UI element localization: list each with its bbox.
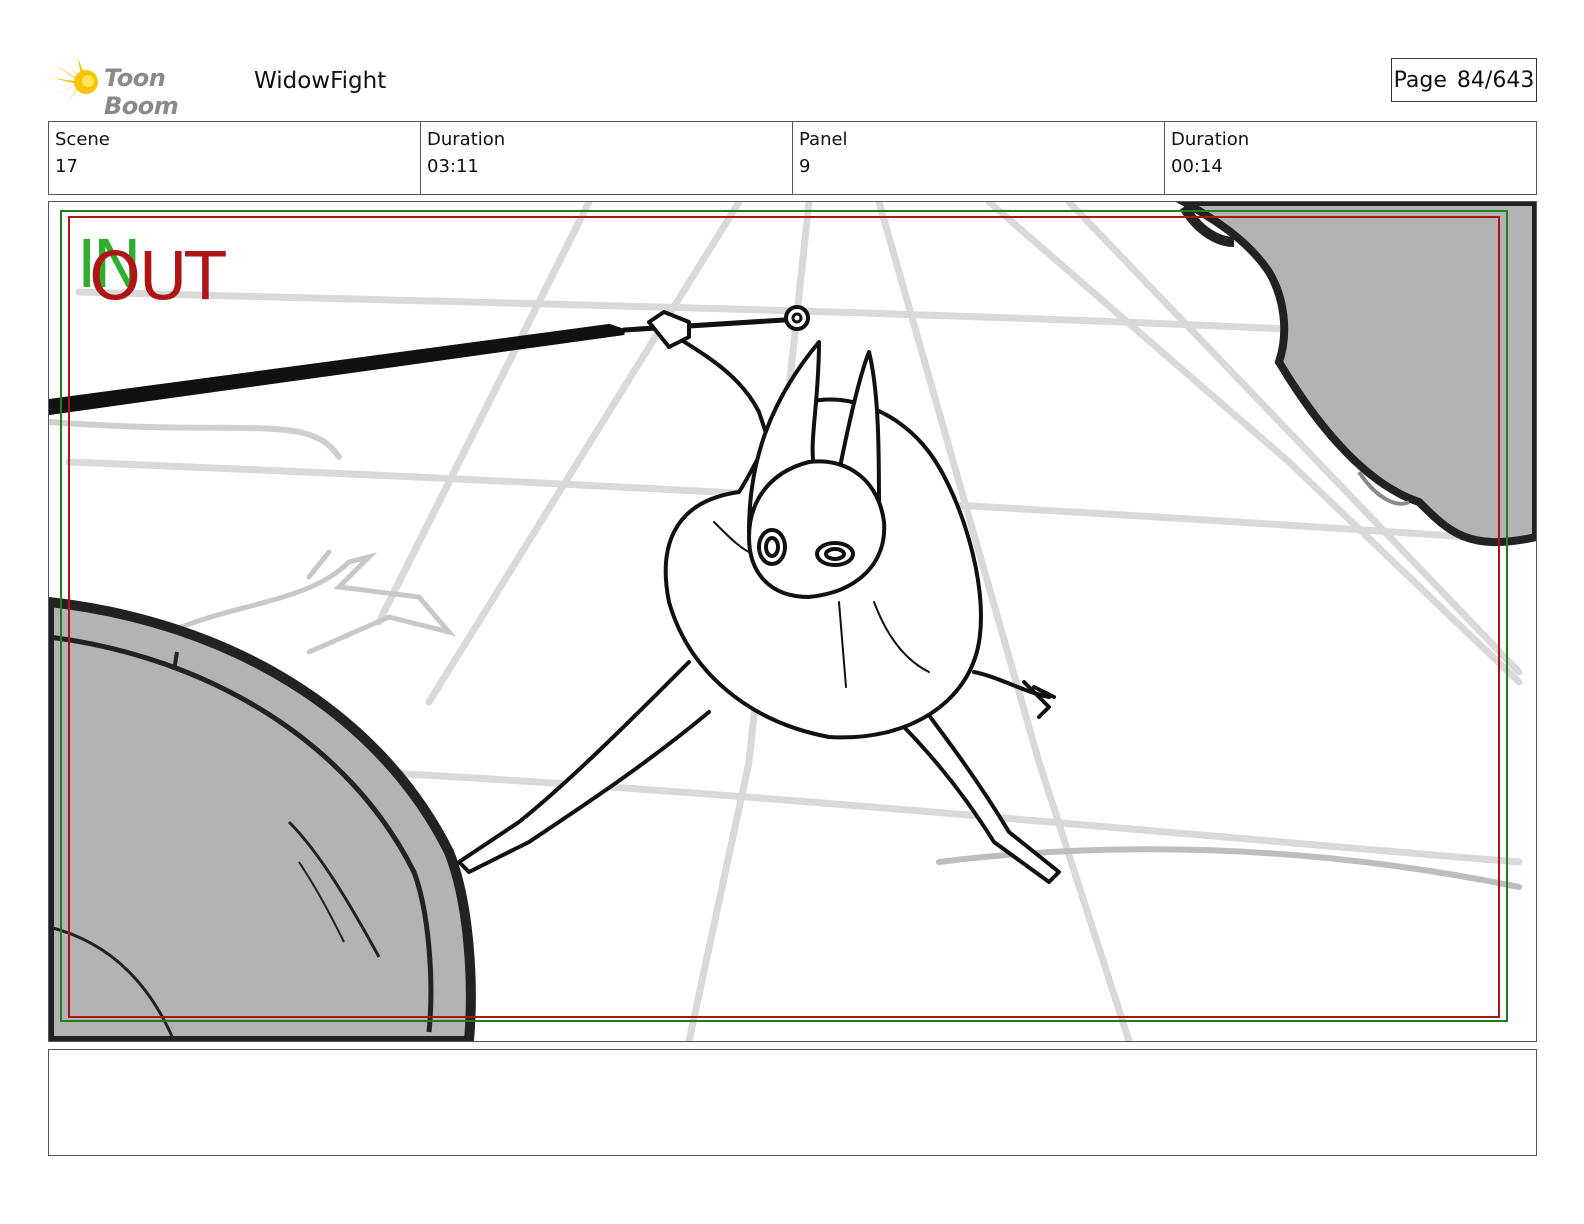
scene-info-table: Scene 17 Duration 03:11 Panel 9 Duration… (48, 121, 1537, 195)
caption-box (48, 1049, 1537, 1156)
scene-duration-value: 03:11 (427, 156, 479, 177)
panel-label: Panel (799, 129, 848, 150)
toon-boom-logo: Toon Boom (52, 56, 242, 120)
spear (49, 305, 810, 415)
out-marker: OUT (89, 238, 226, 315)
scene-cell: Scene 17 (49, 122, 420, 194)
page-number: 84/643 (1456, 67, 1535, 93)
scene-value: 17 (55, 156, 78, 177)
shield-left (49, 596, 476, 1041)
storyboard-panel: IN OUT (48, 201, 1537, 1042)
panel-value: 9 (799, 156, 811, 177)
brand-name: Toon Boom (104, 64, 179, 120)
panel-duration-label: Duration (1171, 129, 1250, 150)
shield-right (1175, 202, 1536, 547)
scene-duration-label: Duration (427, 129, 506, 150)
panel-cell: Panel 9 (792, 122, 1164, 194)
scene-duration-cell: Duration 03:11 (420, 122, 792, 194)
scene-label: Scene (55, 129, 110, 150)
panel-duration-cell: Duration 00:14 (1164, 122, 1536, 194)
project-title: WidowFight (254, 68, 387, 94)
page-label: Page (1393, 67, 1447, 93)
panel-drawing (49, 202, 1536, 1041)
page-indicator: Page 84/643 (1391, 58, 1537, 102)
panel-duration-value: 00:14 (1171, 156, 1223, 177)
page-header: Toon Boom WidowFight Page 84/643 (48, 54, 1537, 120)
starburst-icon (52, 58, 98, 106)
